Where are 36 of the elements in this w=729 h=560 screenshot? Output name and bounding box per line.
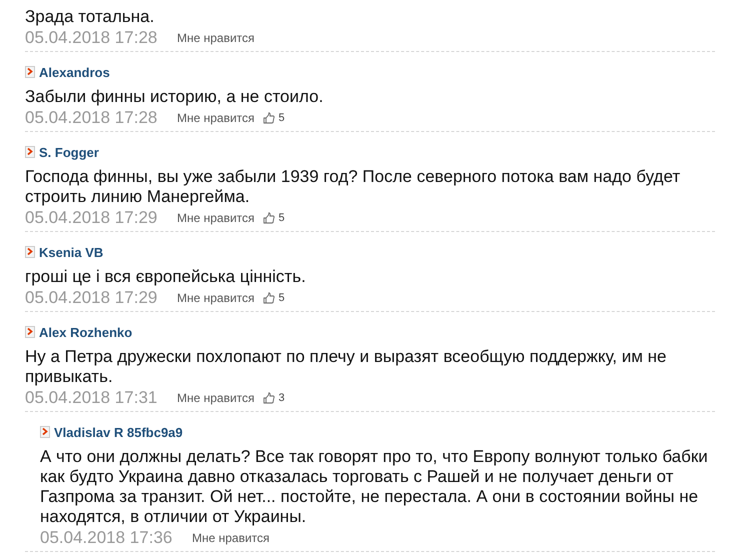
arrow-icon	[25, 326, 35, 338]
arrow-icon	[40, 426, 50, 438]
comment-text: А что они должны делать? Все так говорят про то, что Европу волнуют только бабки как будто Украина давно отказалась торговать с Рашей и не получает деньги от Газпрома за транзит. Ой нет... постойте, не перестала. А они в состоянии войны не находятся, в отличии от Украины.	[40, 447, 709, 527]
author-link[interactable]: Vladislav R 85fbc9a9	[54, 424, 183, 440]
like-count: 3	[278, 392, 285, 404]
like-count: 5	[278, 212, 285, 224]
comment-date: 05.04.2018 17:29	[25, 288, 158, 308]
thumbs-up-icon[interactable]	[262, 392, 275, 404]
comment-date: 05.04.2018 17:36	[40, 528, 174, 548]
like-count: 5	[278, 292, 285, 304]
comment-date: 05.04.2018 17:31	[25, 388, 158, 408]
like-link[interactable]: Мне нравится	[177, 211, 255, 225]
comment-date: 05.04.2018 17:28	[25, 28, 158, 48]
comment-text: Зрада тотальна.	[25, 7, 156, 27]
author-link[interactable]: Alex Rozhenko	[39, 324, 132, 340]
thumbs-up-icon[interactable]	[262, 212, 275, 224]
thumbs-up-icon[interactable]	[262, 292, 275, 304]
author-link[interactable]: Ksenia VB	[39, 244, 104, 260]
thumbs-up-icon[interactable]	[262, 112, 275, 124]
like-count: 5	[278, 112, 285, 124]
comment-date: 05.04.2018 17:29	[25, 208, 158, 228]
like-link[interactable]: Мне нравится	[192, 531, 270, 545]
like-link[interactable]: Мне нравится	[177, 291, 255, 305]
like-link[interactable]: Мне нравится	[177, 31, 255, 45]
arrow-icon	[25, 246, 35, 258]
author-link[interactable]: S. Fogger	[39, 144, 99, 160]
author-link[interactable]: Alexandros	[39, 64, 110, 80]
comment-text: Забыли финны историю, а не стоило.	[25, 87, 324, 107]
arrow-icon	[25, 66, 35, 78]
arrow-icon	[25, 146, 35, 158]
comment-text: гроші це і вся європейська цінність.	[25, 267, 307, 287]
like-link[interactable]: Мне нравится	[177, 391, 255, 405]
comment-text: Ну а Петра дружески похлопают по плечу и выразят всеобщую поддержку, им не привыкать.	[25, 347, 668, 387]
comment-date: 05.04.2018 17:28	[25, 108, 158, 128]
comment-text: Господа финны, вы уже забыли 1939 год? После северного потока вам надо будет строить линию Манергейма.	[25, 167, 682, 207]
like-link[interactable]: Мне нравится	[177, 111, 255, 125]
